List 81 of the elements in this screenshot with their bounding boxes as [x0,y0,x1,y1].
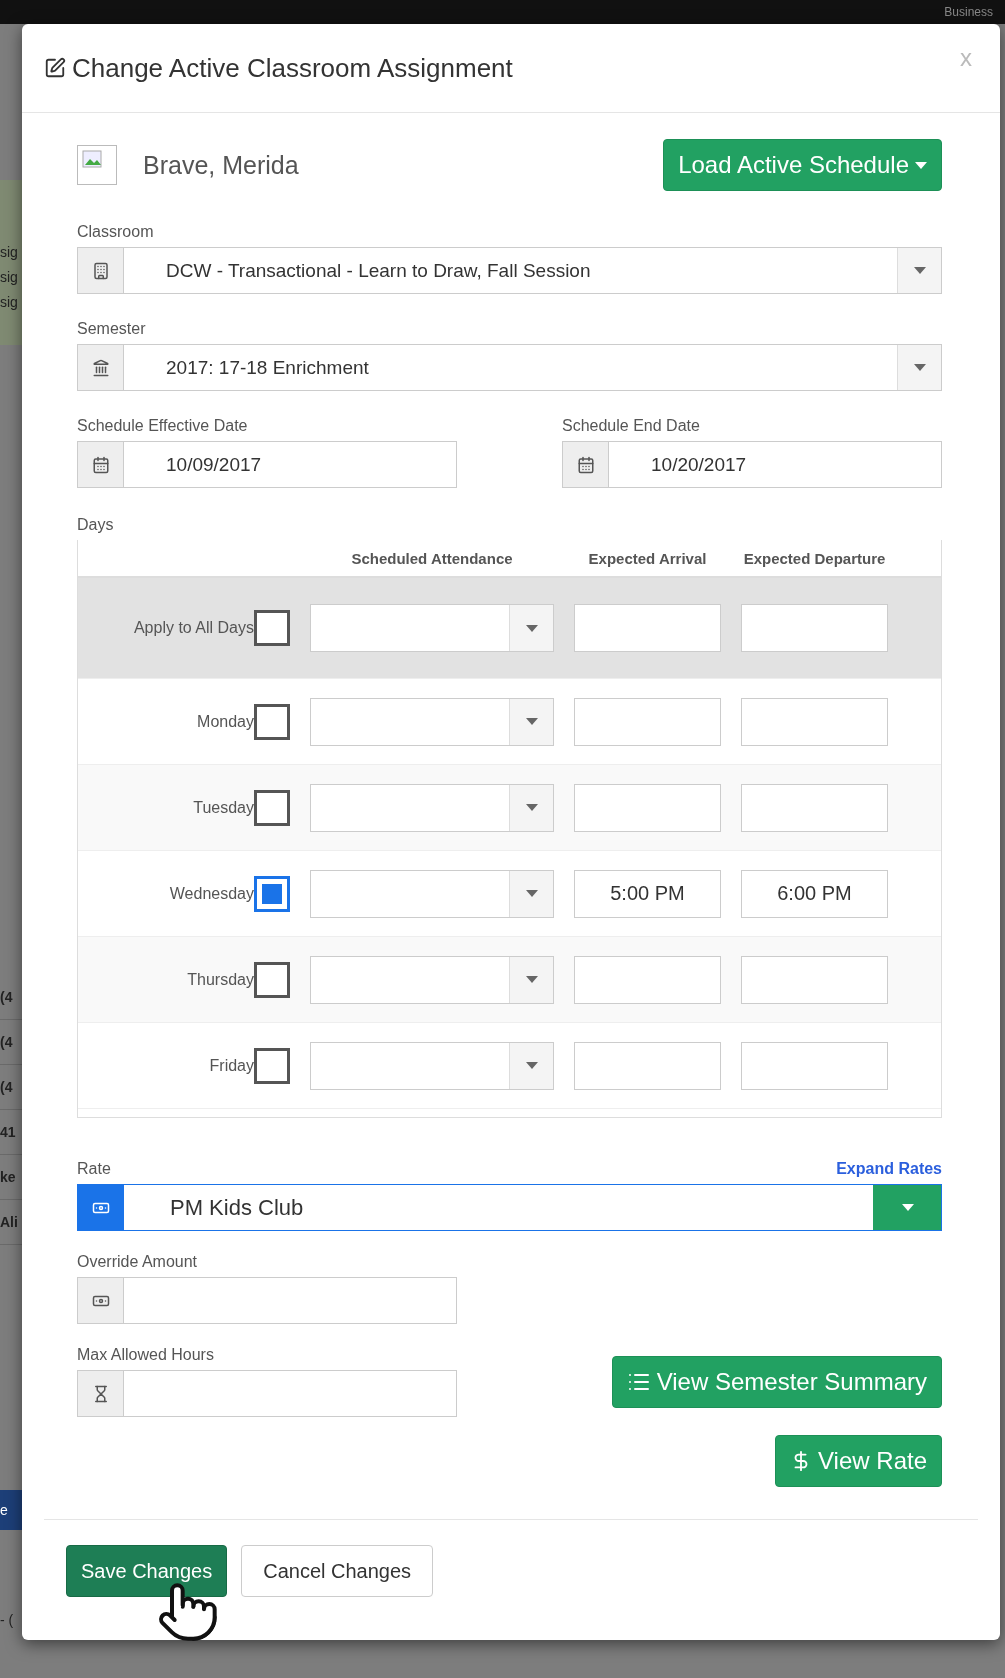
field-label: Max Allowed Hours [77,1346,215,1364]
save-changes-button[interactable]: Save Changes [66,1545,228,1597]
caret-icon [525,976,538,983]
override-amount-field[interactable] [77,1277,457,1324]
caret-icon [525,890,538,897]
broken-image-icon [77,145,117,185]
edit-icon [44,57,66,79]
departure-field[interactable]: 6:00 PM [741,869,888,918]
day-label: Wednesday [168,884,254,903]
background-text: (4 [0,987,13,1007]
day-checkbox[interactable] [254,610,290,646]
field-label: Schedule Effective Date [77,417,249,435]
column-header: Expected Arrival [587,549,708,567]
calendar-icon [576,455,595,474]
caret-icon [913,364,926,371]
background-text: - ( [0,1610,14,1630]
attendance-select[interactable] [310,869,554,918]
departure-field[interactable] [741,783,888,832]
cancel-changes-button[interactable]: Cancel Changes [241,1545,434,1597]
arrival-field[interactable] [574,1041,721,1090]
caret-icon [525,1062,538,1069]
date-field[interactable]: 10/20/2017 [562,441,942,488]
field-label: Rate [77,1160,111,1178]
caret-icon [901,1204,914,1211]
departure-field[interactable] [741,1041,888,1090]
expand-rates-link[interactable]: Expand Rates [836,1160,942,1178]
background-text: sig [0,268,19,287]
column-header: Expected Departure [742,549,887,567]
building-icon [91,261,110,280]
modal-title: Change Active Classroom Assignment [44,52,513,84]
day-label: Thursday [186,970,254,989]
student-name: Brave, Merida [143,150,299,180]
top-bar-text: Business [944,5,993,19]
column-header: Scheduled Attendance [350,549,514,567]
field-label: Classroom [77,223,155,241]
arrival-field[interactable]: 5:00 PM [574,869,721,918]
field-label: Semester [77,320,147,338]
field-label: Schedule End Date [562,417,701,435]
attendance-select[interactable] [310,1041,554,1090]
arrival-field[interactable] [574,604,721,652]
background-text: Ali [0,1212,18,1232]
day-label: Monday [196,712,254,731]
day-checkbox[interactable] [254,703,290,740]
caret-icon [525,804,538,811]
background-text: (4 [0,1077,13,1097]
background-text: e [0,1501,8,1520]
max-hours-field[interactable] [77,1370,457,1417]
field-label: Override Amount [77,1253,199,1271]
arrival-field[interactable] [574,697,721,746]
attendance-select[interactable] [310,955,554,1004]
day-checkbox[interactable] [254,961,290,998]
day-label: Friday [208,1056,254,1075]
landmark-icon [91,358,110,377]
day-label: Tuesday [192,798,254,817]
day-checkbox[interactable] [254,1047,290,1084]
calendar-icon [91,455,110,474]
date-field[interactable]: 10/09/2017 [77,441,457,488]
rate-select[interactable]: PM Kids Club [77,1184,942,1231]
arrival-field[interactable] [574,783,721,832]
caret-icon [525,624,538,632]
day-checkbox[interactable] [254,875,290,912]
departure-field[interactable] [741,955,888,1004]
background-text: sig [0,293,19,312]
day-checkbox[interactable] [254,789,290,826]
departure-field[interactable] [741,697,888,746]
background-text: ke [0,1167,16,1187]
classroom-select[interactable]: DCW - Transactional - Learn to Draw, Fall Session [77,247,942,294]
caret-icon [525,718,538,725]
attendance-select[interactable] [310,783,554,832]
background-text: sig [0,243,19,262]
attendance-select[interactable] [310,697,554,746]
field-label: Days [77,516,115,534]
attendance-select[interactable] [310,604,554,652]
background-text: 41 [0,1122,16,1142]
day-label: Apply to All Days [132,619,254,637]
arrival-field[interactable] [574,955,721,1004]
caret-icon [913,267,926,274]
semester-select[interactable]: 2017: 17-18 Enrichment [77,344,942,391]
departure-field[interactable] [741,604,888,652]
caret-icon [915,161,927,169]
background-text: (4 [0,1032,13,1052]
